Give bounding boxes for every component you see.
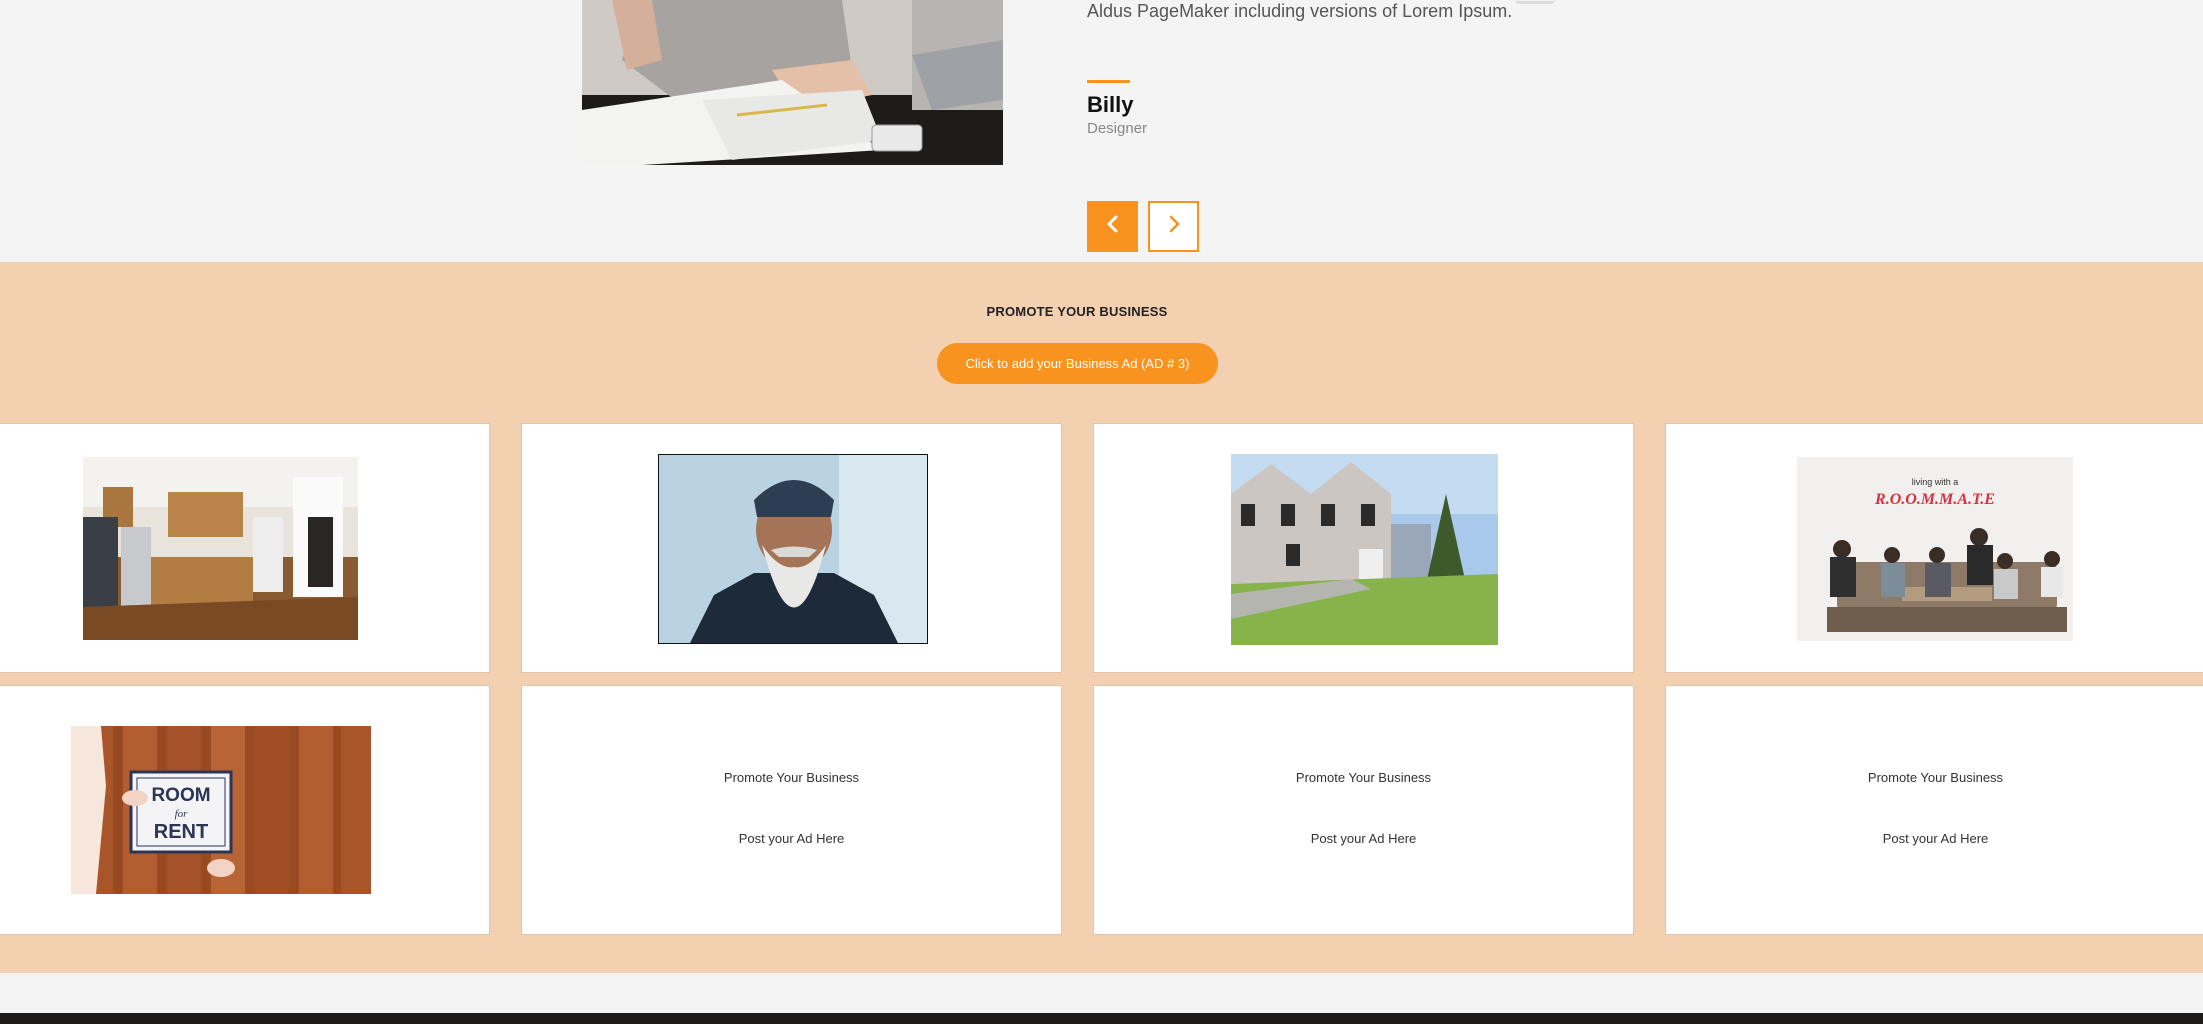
prev-button[interactable] [1087,201,1138,252]
chevron-left-icon [1105,214,1121,239]
roommate-image: living with a R.O.O.M.M.A.T.E [1797,457,2073,641]
placeholder-line1: Promote Your Business [1295,770,1432,785]
testimonial-name: Billy [1087,92,1134,117]
page: Aldus PageMaker including versions of Lo… [0,0,2203,1024]
placeholder-line2[interactable]: Post your Ad Here [1666,831,2203,846]
footer-edge [0,1013,2203,1024]
placeholder-line1: Promote Your Business [1867,770,2004,785]
bearded-man-image [658,454,928,644]
ad-card-placeholder[interactable]: Promote Your Business Post your Ad Here [1093,685,1634,935]
ad-card-roommate[interactable]: living with a R.O.O.M.M.A.T.E [1665,423,2203,673]
ad-card-portrait[interactable] [521,423,1062,673]
placeholder-line1: Promote Your Business [723,770,860,785]
quote-decoration [1515,0,1555,4]
add-business-ad-button[interactable]: Click to add your Business Ad (AD # 3) [937,343,1218,384]
promote-title: PROMOTE YOUR BUSINESS [986,304,1168,319]
kitchen-image [83,457,358,640]
room-for-rent-image: ROOM for RENT [71,726,371,894]
next-button[interactable] [1148,201,1199,252]
townhouses-image [1231,454,1498,645]
chevron-right-icon [1166,214,1182,239]
ad-card-townhouses[interactable] [1093,423,1634,673]
placeholder-line2[interactable]: Post your Ad Here [522,831,1061,846]
ad-card-placeholder[interactable]: Promote Your Business Post your Ad Here [521,685,1062,935]
testimonial-quote: Aldus PageMaker including versions of Lo… [1087,1,1513,21]
promote-business-section: PROMOTE YOUR BUSINESS Click to add your … [0,262,2203,973]
roommate-image-heading: living with a [1912,477,1959,487]
ad-card-kitchen[interactable] [0,423,490,673]
roommate-image-title: R.O.O.M.M.A.T.E [1874,491,1995,508]
sign-text-room: ROOM [151,785,210,806]
testimonial-role: Designer [1087,120,1148,137]
name-accent-rule [1087,80,1130,83]
testimonial-section: Aldus PageMaker including versions of Lo… [0,0,2203,262]
placeholder-line2[interactable]: Post your Ad Here [1094,831,1633,846]
ad-card-room-for-rent[interactable]: ROOM for RENT [0,685,490,935]
sign-text-for: for [175,808,189,820]
ad-card-placeholder[interactable]: Promote Your Business Post your Ad Here [1665,685,2203,935]
sign-text-rent: RENT [154,821,208,843]
testimonial-photo [582,0,1003,165]
